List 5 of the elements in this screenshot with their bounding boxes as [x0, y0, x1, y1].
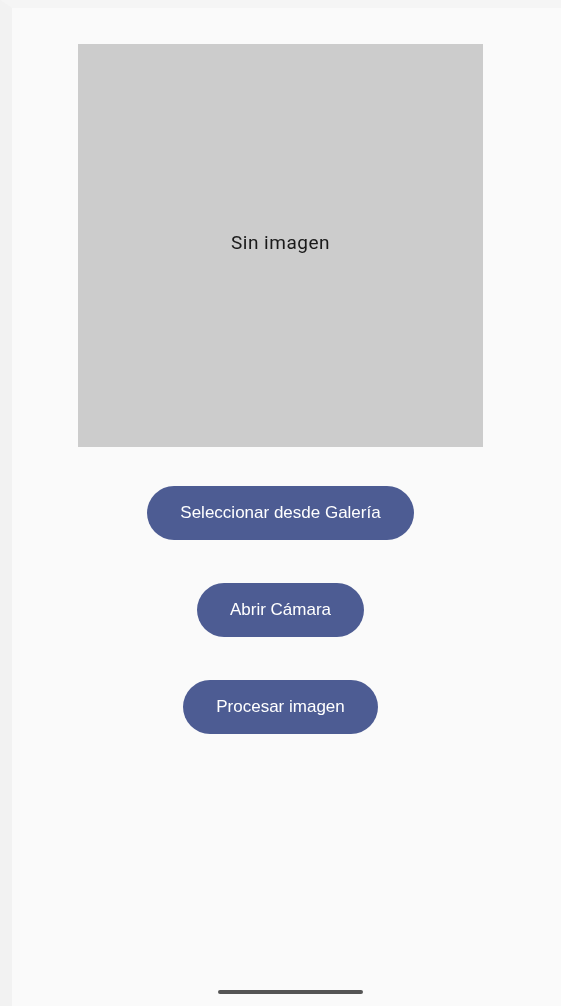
action-button[interactable]: Seleccionar desde Galería: [147, 486, 414, 540]
home-indicator[interactable]: [218, 990, 363, 994]
action-button[interactable]: Abrir Cámara: [196, 583, 365, 637]
placeholder-text: Sin imagen: [231, 231, 330, 254]
action-button[interactable]: Procesar imagen: [183, 680, 378, 734]
